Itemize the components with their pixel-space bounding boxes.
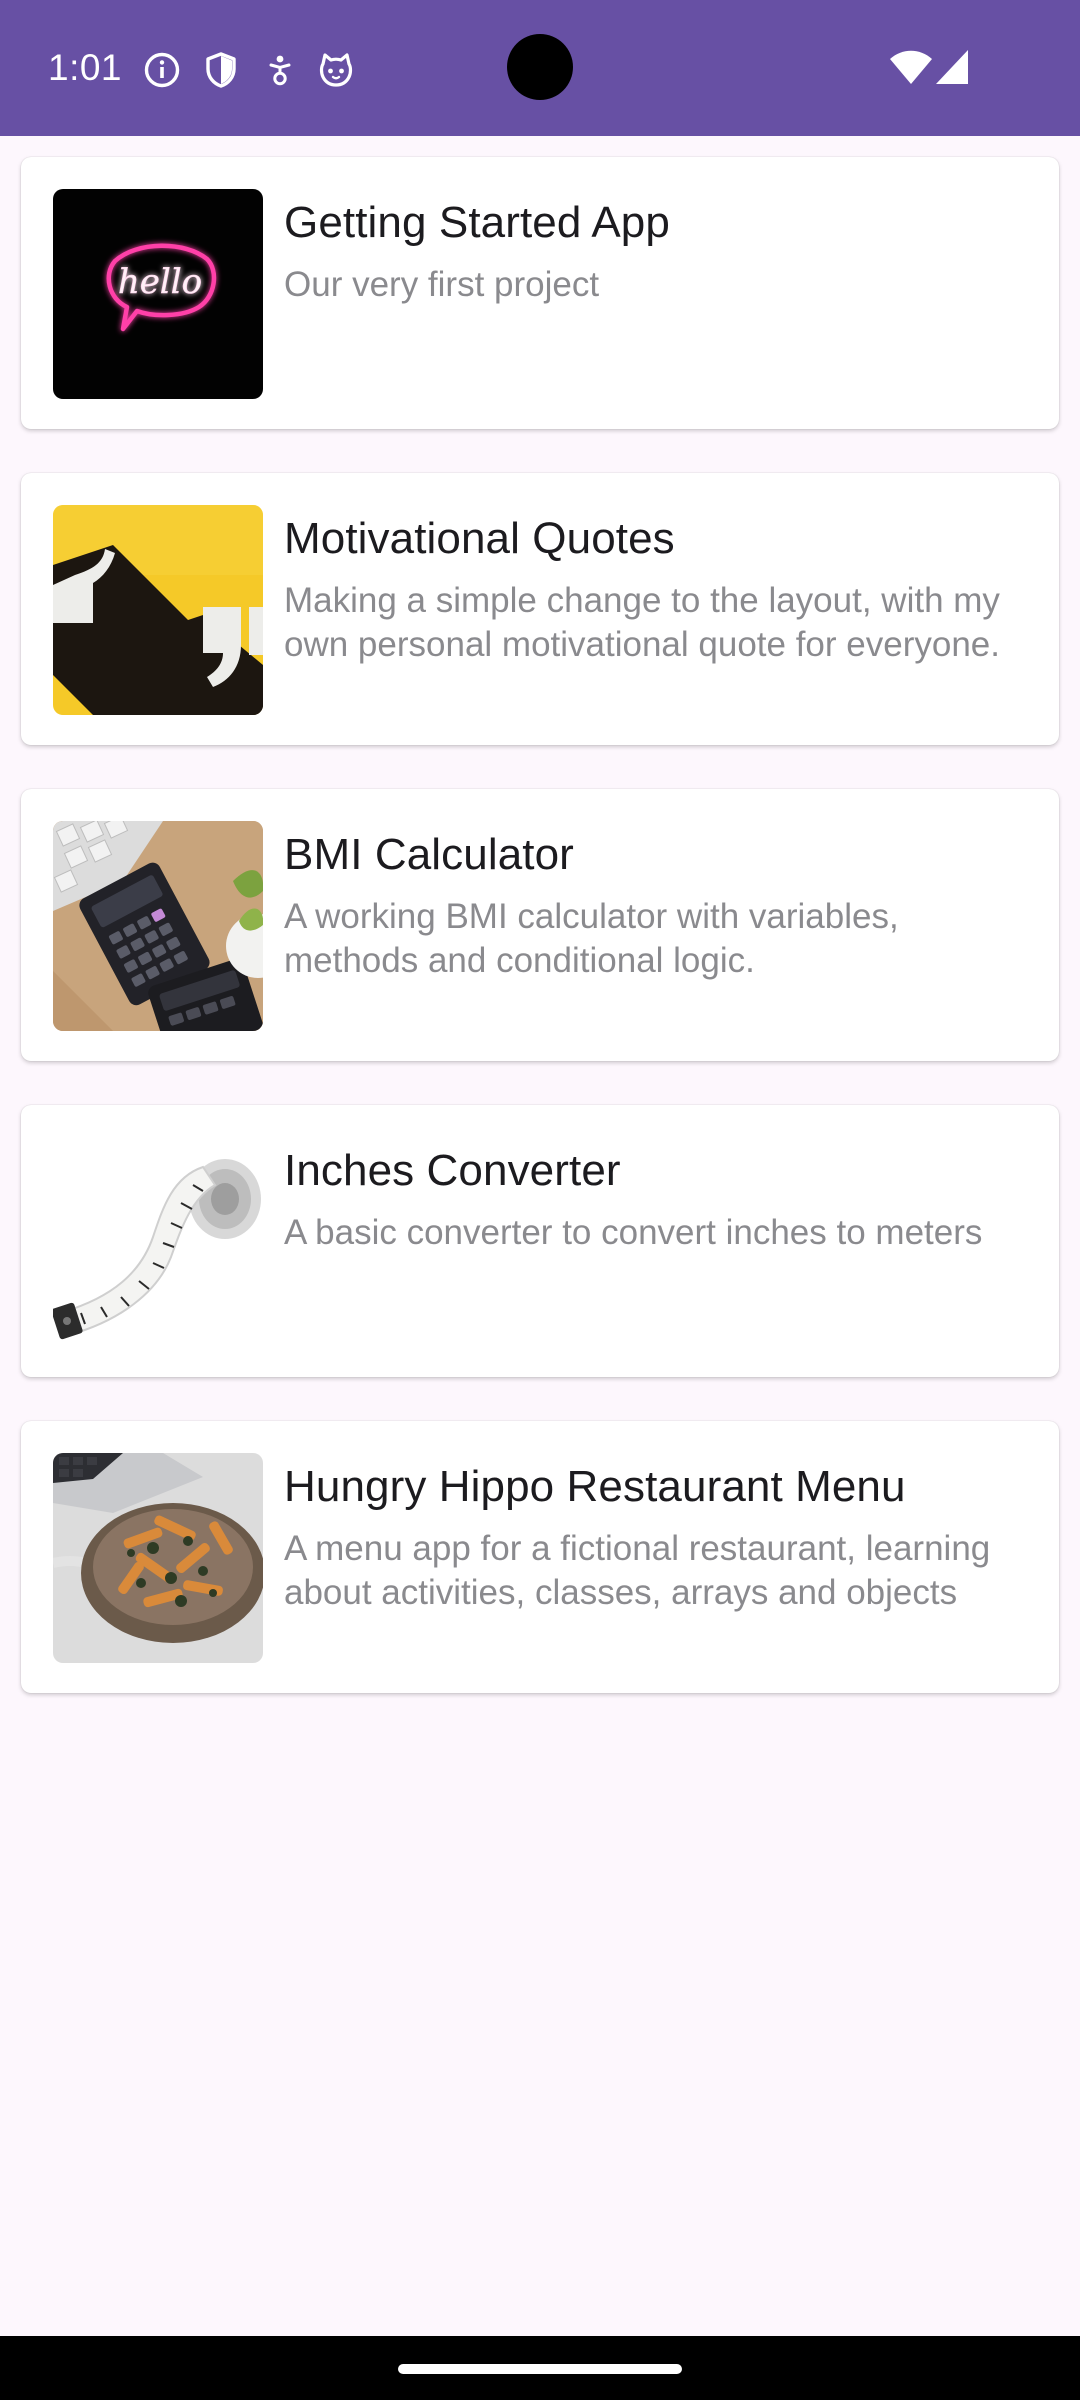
project-title: Hungry Hippo Restaurant Menu	[284, 1462, 906, 1511]
shield-icon	[201, 50, 241, 90]
front-camera-cutout	[507, 34, 573, 100]
project-title: BMI Calculator	[284, 830, 574, 879]
svg-text:hello: hello	[118, 262, 202, 302]
project-description: A basic converter to convert inches to m…	[284, 1213, 983, 1252]
project-title: Inches Converter	[284, 1146, 621, 1195]
home-gesture-handle[interactable]	[398, 2364, 682, 2374]
hello-neon-sign-image: hello	[53, 189, 263, 399]
info-icon	[142, 50, 182, 90]
project-title: Getting Started App	[284, 198, 670, 247]
project-card-getting-started[interactable]: hello Getting Started App Our very first…	[21, 157, 1059, 429]
accessibility-icon	[260, 50, 300, 90]
cat-face-icon	[316, 50, 356, 90]
project-description: A menu app for a fictional restaurant, l…	[284, 1529, 991, 1612]
project-description: Our very first project	[284, 265, 600, 304]
project-description: Making a simple change to the layout, wi…	[284, 581, 1000, 664]
project-card-inches-converter[interactable]: Inches Converter A basic converter to co…	[21, 1105, 1059, 1377]
project-card-motivational-quotes[interactable]: Motivational Quotes Making a simple chan…	[21, 473, 1059, 745]
project-description: A working BMI calculator with variables,…	[284, 897, 899, 980]
quote-marks-image	[53, 505, 263, 715]
calculator-desk-image	[53, 821, 263, 1031]
tape-measure-image	[53, 1137, 263, 1347]
status-time: 1:01	[48, 47, 123, 88]
project-card-bmi-calculator[interactable]: BMI Calculator A working BMI calculator …	[21, 789, 1059, 1061]
pasta-bowl-image	[53, 1453, 263, 1663]
project-card-hungry-hippo-menu[interactable]: Hungry Hippo Restaurant Menu A menu app …	[21, 1421, 1059, 1693]
project-title: Motivational Quotes	[284, 514, 675, 563]
status-bar: 1:01	[0, 0, 1080, 136]
cell-signal-icon	[934, 48, 970, 86]
wifi-icon	[889, 48, 933, 88]
